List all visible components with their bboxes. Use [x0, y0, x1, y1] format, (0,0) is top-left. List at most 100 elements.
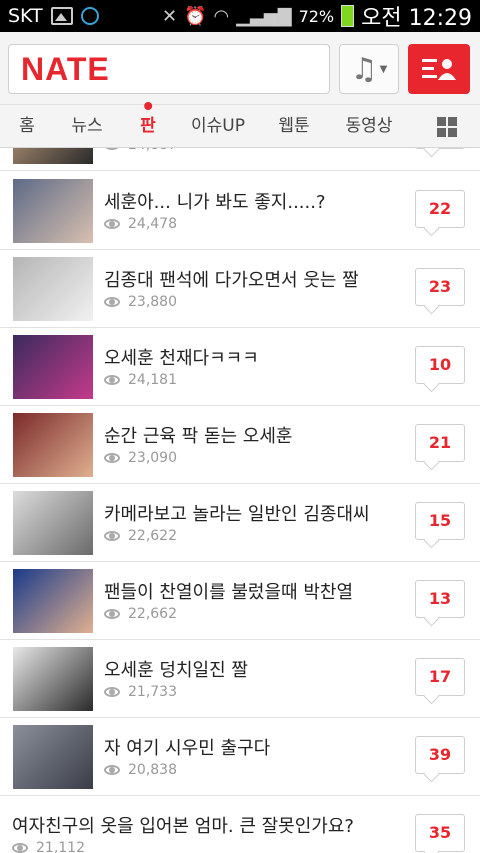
article-thumbnail: [13, 257, 93, 321]
comment-count-badge[interactable]: 35: [415, 814, 465, 852]
article-title: 팬들이 찬열이를 불렀을때 박찬열: [104, 582, 354, 603]
nate-logo: NATE: [21, 50, 110, 87]
view-count-label: 20,838: [128, 762, 177, 778]
view-count: 23,090: [104, 450, 177, 466]
comment-count-badge[interactable]: 21: [415, 424, 465, 462]
list-item[interactable]: 카메라보고 놀라는 일반인 김종대씨 22,622 15: [0, 484, 480, 562]
article-thumbnail: [13, 413, 93, 477]
view-count-label: 24,181: [128, 372, 177, 388]
view-count: 23,880: [104, 294, 177, 310]
list-item[interactable]: 24,887: [0, 148, 480, 171]
article-thumbnail: [13, 148, 93, 164]
article-thumbnail: [13, 179, 93, 243]
wifi-icon: ◠: [213, 5, 230, 27]
article-title: 카메라보고 놀라는 일반인 김종대씨: [104, 504, 370, 525]
view-count: 21,733: [104, 684, 177, 700]
article-title: 김종대 팬석에 다가오면서 웃는 짤: [104, 270, 359, 291]
view-count-label: 24,887: [128, 148, 177, 153]
comment-count-badge[interactable]: 39: [415, 736, 465, 774]
gallery-icon: [50, 7, 73, 25]
tab-pann[interactable]: 판: [140, 102, 156, 148]
music-note-icon: ♫: [350, 51, 378, 87]
tab-label: 이슈UP: [191, 116, 245, 136]
eye-icon: [104, 609, 120, 619]
comment-count-badge[interactable]: 17: [415, 658, 465, 696]
view-count-label: 21,112: [36, 840, 85, 853]
view-count-label: 22,622: [128, 528, 177, 544]
list-item[interactable]: 팬들이 찬열이를 불렀을때 박찬열 22,662 13: [0, 562, 480, 640]
view-count-label: 23,880: [128, 294, 177, 310]
eye-icon: [104, 148, 120, 150]
tab-label: 동영상: [345, 116, 393, 136]
comment-count-badge[interactable]: [415, 148, 465, 149]
mute-icon: ✕: [161, 5, 178, 27]
article-title: 오세훈 천재다ㅋㅋㅋ: [104, 348, 259, 369]
eye-icon: [104, 687, 120, 697]
comment-count-badge[interactable]: 13: [415, 580, 465, 618]
comment-count-badge[interactable]: 15: [415, 502, 465, 540]
tab-news[interactable]: 뉴스: [71, 105, 102, 148]
eye-icon: [104, 297, 120, 307]
view-count: 22,622: [104, 528, 177, 544]
article-thumbnail: [13, 491, 93, 555]
tab-home[interactable]: 홈: [19, 105, 35, 148]
view-count: 20,838: [104, 762, 177, 778]
list-item[interactable]: 김종대 팬석에 다가오면서 웃는 짤 23,880 23: [0, 250, 480, 328]
view-count-label: 24,478: [128, 216, 177, 232]
article-list: 24,887 세훈아... 니가 봐도 좋지.....? 24,478 22 김종대 팬…: [0, 148, 480, 853]
article-thumbnail: [13, 647, 93, 711]
battery-icon: [341, 5, 355, 27]
active-dot-icon: [143, 102, 152, 110]
list-item[interactable]: 오세훈 덩치일진 짤 21,733 17: [0, 640, 480, 718]
clock: 오전 12:29: [361, 6, 472, 31]
alarm-icon: ⏰: [184, 5, 207, 27]
nav-tabs: 홈 뉴스 판 이슈UP 웹툰 동영상: [0, 102, 480, 148]
view-count-label: 22,662: [128, 606, 177, 622]
tab-label: 뉴스: [71, 116, 103, 136]
article-thumbnail: [13, 335, 93, 399]
user-list-icon: [422, 59, 456, 80]
tab-video[interactable]: 동영상: [346, 105, 393, 148]
comment-count-badge[interactable]: 23: [415, 268, 465, 306]
grid-menu-icon[interactable]: [437, 117, 457, 137]
view-count: 24,181: [104, 372, 177, 388]
battery-percent: 72%: [298, 6, 335, 26]
list-item[interactable]: 자 여기 시우민 출구다 20,838 39: [0, 718, 480, 796]
timer-icon: [80, 7, 99, 25]
article-title: 오세훈 덩치일진 짤: [104, 660, 248, 681]
eye-icon: [104, 375, 120, 385]
tab-label: 판: [140, 116, 156, 136]
article-title: 세훈아... 니가 봐도 좋지.....?: [104, 192, 326, 213]
eye-icon: [12, 843, 28, 853]
article-thumbnail: [13, 725, 93, 789]
article-title: 여자친구의 옷을 입어본 엄마. 큰 잘못인가요?: [12, 816, 354, 837]
tab-label: 홈: [19, 116, 35, 136]
app-header: NATE ♫ ▼: [0, 32, 480, 104]
list-item[interactable]: 오세훈 천재다ㅋㅋㅋ 24,181 10: [0, 328, 480, 406]
view-count: 24,887: [104, 148, 177, 153]
view-count-label: 23,090: [128, 450, 177, 466]
view-count-label: 21,733: [128, 684, 177, 700]
tab-label: 웹툰: [278, 116, 310, 136]
search-input[interactable]: NATE: [8, 44, 330, 94]
comment-count-badge[interactable]: 10: [415, 346, 465, 384]
list-item[interactable]: 세훈아... 니가 봐도 좋지.....? 24,478 22: [0, 172, 480, 250]
menu-button[interactable]: [408, 44, 470, 94]
list-item[interactable]: 여자친구의 옷을 입어본 엄마. 큰 잘못인가요? 21,112 35: [0, 796, 480, 853]
eye-icon: [104, 219, 120, 229]
signal-icon: ▁▃▅▇: [236, 5, 292, 27]
view-count: 24,478: [104, 216, 177, 232]
chevron-down-icon: ▼: [379, 63, 388, 75]
comment-count-badge[interactable]: 22: [415, 190, 465, 228]
tab-issue-up[interactable]: 이슈UP: [191, 105, 245, 148]
list-item[interactable]: 순간 근육 팍 돋는 오세훈 23,090 21: [0, 406, 480, 484]
eye-icon: [104, 531, 120, 541]
article-thumbnail: [13, 569, 93, 633]
view-count: 22,662: [104, 606, 177, 622]
eye-icon: [104, 453, 120, 463]
tab-webtoon[interactable]: 웹툰: [278, 105, 309, 148]
carrier-label: SKT: [8, 5, 43, 27]
article-title: 순간 근육 팍 돋는 오세훈: [104, 426, 293, 447]
eye-icon: [104, 765, 120, 775]
music-button[interactable]: ♫ ▼: [339, 44, 399, 94]
